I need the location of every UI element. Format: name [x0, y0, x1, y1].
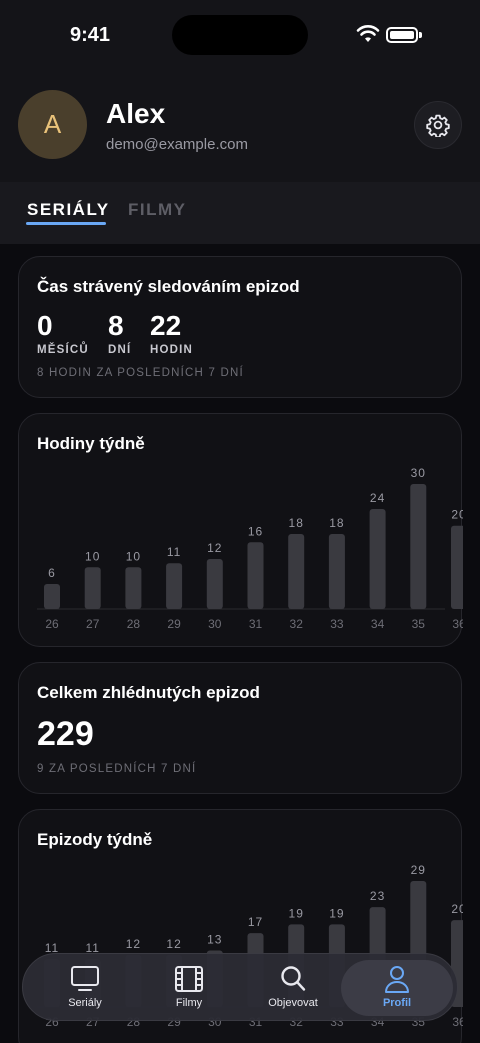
- x-tick-label: 28: [127, 617, 141, 631]
- bar-value-label: 20: [451, 508, 463, 522]
- segment-tabs: SERIÁLY FILMY: [0, 182, 480, 244]
- x-tick-label: 34: [371, 617, 385, 631]
- chart-bar[interactable]: [206, 559, 223, 609]
- days-value: 8: [108, 310, 124, 341]
- x-tick-label: 29: [167, 617, 181, 631]
- bar-value-label: 19: [329, 906, 344, 920]
- chart-bar[interactable]: [166, 563, 183, 609]
- nav-item-discover[interactable]: Objevovat: [241, 954, 345, 1022]
- x-tick-label: 31: [249, 617, 263, 631]
- chart-bar[interactable]: [369, 509, 386, 609]
- bar-value-label: 29: [411, 863, 426, 877]
- avatar[interactable]: A: [18, 90, 87, 159]
- bar-value-label: 6: [48, 566, 56, 580]
- x-tick-label: 27: [86, 617, 100, 631]
- time-subtitle: 8 HODIN ZA POSLEDNÍCH 7 DNÍ: [37, 367, 244, 379]
- hours-bar-chart: 6 26 10 27 10 28 11 29 12 30 16 31 18 32 18 33 24 34 30 35 2…: [37, 466, 463, 631]
- bar-value-label: 18: [329, 516, 344, 530]
- status-bar: 9:41: [0, 0, 480, 68]
- bar-value-label: 23: [370, 889, 385, 903]
- total-episodes-card: Celkem zhlédnutých epizod 229 9 ZA POSLE…: [18, 662, 462, 794]
- bar-value-label: 10: [85, 549, 100, 563]
- nav-item-series[interactable]: Seriály: [33, 954, 137, 1022]
- chart-bar[interactable]: [451, 525, 463, 609]
- x-tick-label: 32: [290, 617, 304, 631]
- days-label: DNÍ: [108, 344, 132, 356]
- profile-header: A Alex demo@example.com: [0, 68, 480, 182]
- x-tick-label: 36: [452, 617, 463, 631]
- x-tick-label: 33: [330, 617, 344, 631]
- bar-value-label: 30: [411, 466, 426, 480]
- tab-active-indicator: [26, 222, 106, 225]
- bar-value-label: 20: [451, 902, 463, 916]
- bar-value-label: 12: [126, 937, 141, 951]
- chart-bar[interactable]: [125, 567, 142, 609]
- person-icon: [385, 966, 409, 993]
- user-email: demo@example.com: [106, 136, 248, 153]
- nav-label: Seriály: [68, 997, 102, 1009]
- x-tick-label: 26: [45, 617, 59, 631]
- time-spent-card: Čas strávený sledováním epizod 0 MĚSÍCŮ …: [18, 256, 462, 398]
- nav-label: Filmy: [175, 997, 203, 1009]
- hours-chart-card: Hodiny týdně 6 26 10 27 10 28 11 29 12 30 16 31 18 32…: [18, 413, 463, 647]
- tv-icon: [71, 966, 99, 991]
- nav-item-profile[interactable]: Profil: [345, 954, 449, 1022]
- bar-value-label: 16: [248, 524, 263, 538]
- wifi-icon: [356, 25, 380, 42]
- chart-bar[interactable]: [410, 484, 427, 609]
- nav-label: Objevovat: [268, 997, 318, 1009]
- search-icon: [281, 966, 306, 991]
- months-value: 0: [37, 310, 53, 341]
- total-subtitle: 9 ZA POSLEDNÍCH 7 DNÍ: [37, 763, 197, 775]
- bar-value-label: 24: [370, 491, 385, 505]
- bar-value-label: 11: [167, 545, 181, 559]
- bar-value-label: 17: [248, 915, 263, 929]
- nav-item-movies[interactable]: Filmy: [137, 954, 241, 1022]
- status-time: 9:41: [70, 24, 111, 46]
- tab-movies[interactable]: FILMY: [128, 200, 187, 220]
- x-tick-label: 36: [452, 1015, 463, 1029]
- nav-label: Profil: [382, 997, 412, 1009]
- chart-bar[interactable]: [328, 534, 345, 609]
- chart-bar[interactable]: [247, 542, 264, 609]
- bar-value-label: 19: [289, 906, 304, 920]
- card-title: Čas strávený sledováním epizod: [37, 277, 300, 296]
- user-name: Alex: [106, 98, 166, 129]
- battery-tip: [419, 32, 422, 38]
- chart-bar[interactable]: [84, 567, 101, 609]
- hours-value: 22: [150, 310, 182, 341]
- total-episodes-value: 229: [37, 715, 94, 753]
- bottom-nav: Seriály Filmy Objevovat Profil: [22, 953, 458, 1021]
- bar-value-label: 12: [166, 937, 181, 951]
- chart-bar[interactable]: [288, 534, 305, 609]
- bar-value-label: 13: [207, 933, 222, 947]
- card-title: Celkem zhlédnutých epizod: [37, 683, 260, 702]
- film-icon: [175, 966, 203, 992]
- hours-label: HODIN: [150, 344, 194, 356]
- tab-series[interactable]: SERIÁLY: [27, 200, 110, 220]
- chart-bar[interactable]: [44, 584, 60, 609]
- x-tick-label: 30: [208, 617, 222, 631]
- bar-value-label: 10: [126, 549, 141, 563]
- dynamic-island: [172, 15, 308, 55]
- months-label: MĚSÍCŮ: [37, 344, 89, 356]
- settings-button[interactable]: [414, 101, 462, 149]
- x-tick-label: 35: [412, 617, 426, 631]
- battery-icon: [386, 27, 418, 43]
- bar-value-label: 12: [207, 541, 222, 555]
- gear-icon: [426, 114, 450, 137]
- bar-value-label: 18: [289, 516, 304, 530]
